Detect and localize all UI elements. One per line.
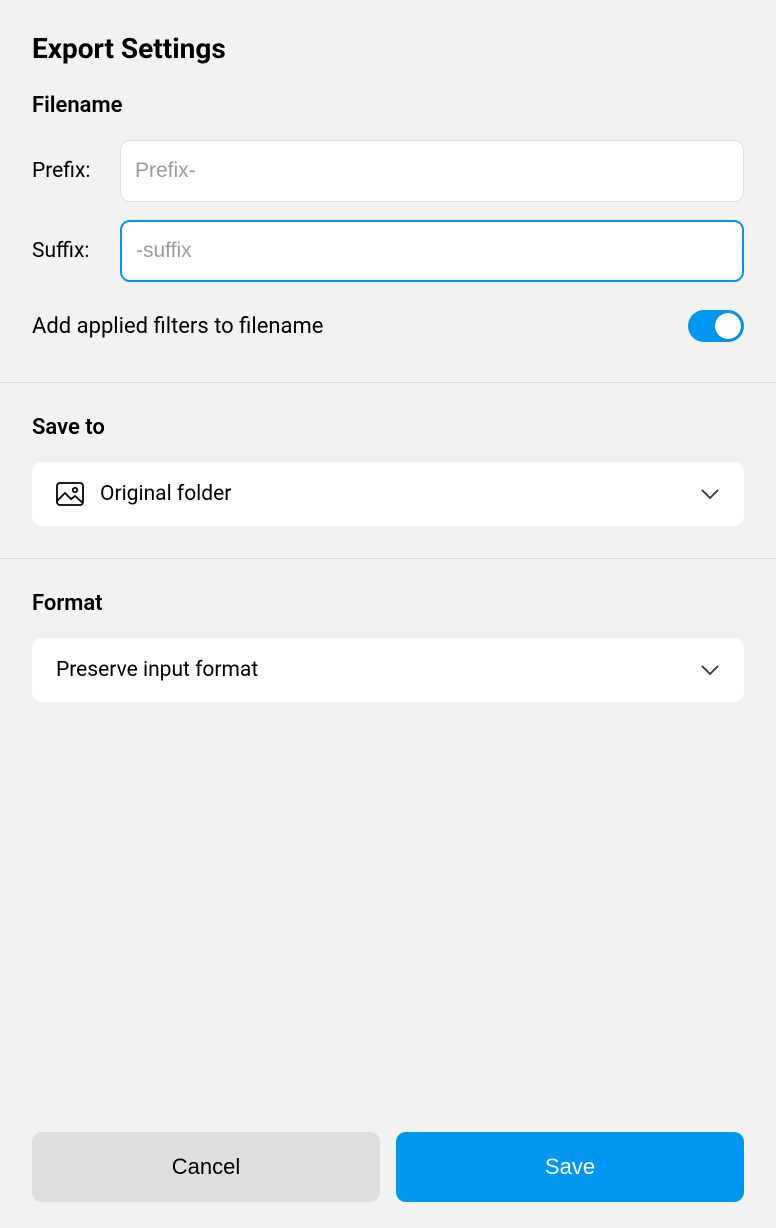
chevron-down-icon (700, 664, 720, 676)
filters-toggle-label: Add applied filters to filename (32, 314, 323, 339)
filters-toggle-row: Add applied filters to filename (32, 310, 744, 342)
suffix-label: Suffix: (32, 239, 120, 263)
page-title: Export Settings (32, 32, 744, 65)
prefix-input[interactable] (120, 140, 744, 202)
footer: Cancel Save (0, 1106, 776, 1228)
cancel-button[interactable]: Cancel (32, 1132, 380, 1202)
suffix-row: Suffix: (32, 220, 744, 282)
suffix-input[interactable] (120, 220, 744, 282)
prefix-row: Prefix: (32, 140, 744, 202)
format-heading: Format (32, 591, 744, 616)
toggle-knob (715, 313, 741, 339)
dropdown-left: Preserve input format (56, 658, 258, 682)
chevron-down-icon (700, 488, 720, 500)
filters-toggle[interactable] (688, 310, 744, 342)
filename-heading: Filename (32, 93, 744, 118)
dropdown-left: Original folder (56, 482, 231, 506)
save-to-value: Original folder (100, 482, 231, 506)
prefix-label: Prefix: (32, 159, 120, 183)
format-value: Preserve input format (56, 658, 258, 682)
save-to-heading: Save to (32, 415, 744, 440)
save-button[interactable]: Save (396, 1132, 744, 1202)
image-icon (56, 482, 84, 506)
save-to-dropdown[interactable]: Original folder (32, 462, 744, 526)
format-dropdown[interactable]: Preserve input format (32, 638, 744, 702)
